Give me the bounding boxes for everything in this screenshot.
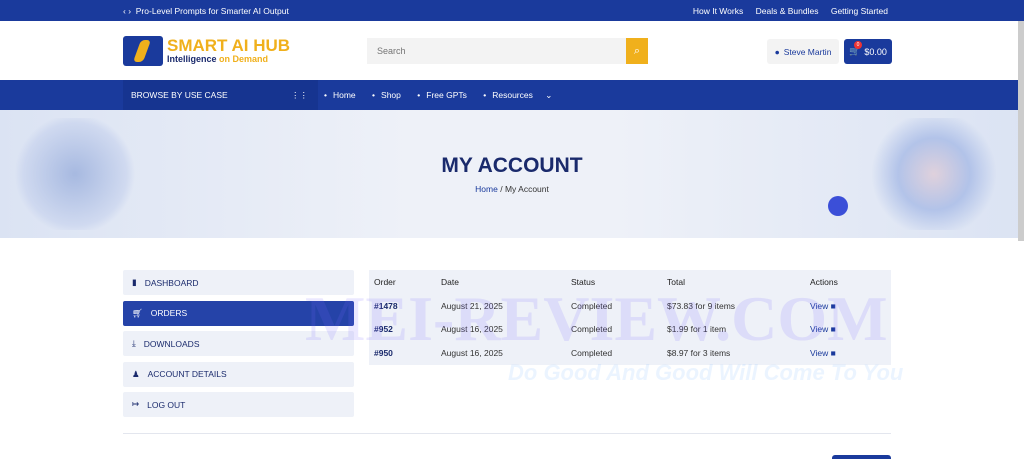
- orders-table: Order Date Status Total Actions #1478 Aug…: [369, 270, 891, 365]
- nav-shop[interactable]: • Shop: [372, 90, 405, 100]
- sidebar-item-account-details[interactable]: ♟ ACCOUNT DETAILS: [123, 361, 354, 387]
- grid-icon: ⋮⋮: [291, 89, 308, 100]
- logo-tagline: Intelligence on Demand: [167, 53, 269, 64]
- user-name: Steve Martin: [783, 46, 832, 57]
- page-hero: MY ACCOUNT Home / My Account: [0, 110, 1024, 238]
- search-button[interactable]: ⌕: [626, 38, 648, 64]
- order-link[interactable]: #1478: [369, 294, 436, 318]
- link-getting-started[interactable]: Getting Started: [831, 6, 888, 16]
- breadcrumb-home[interactable]: Home: [475, 184, 498, 194]
- user-icon: ●: [774, 46, 780, 57]
- sidebar-item-orders[interactable]: 🛒︎ ORDERS: [123, 300, 354, 326]
- sidebar-item-dashboard[interactable]: ▮ DASHBOARD: [123, 270, 354, 295]
- bag-icon: ■: [830, 324, 836, 335]
- col-actions: Actions: [810, 277, 838, 287]
- search-bar: ⌕: [367, 38, 648, 64]
- logout-icon: ↦: [132, 399, 140, 409]
- rocket-logo-icon: [123, 35, 163, 66]
- table-row: #950 August 16, 2025 Completed $8.97 for 3 …: [369, 341, 891, 365]
- carousel-arrows-icon[interactable]: ‹ ›: [123, 6, 131, 16]
- browse-label: BROWSE BY USE CASE: [131, 90, 228, 100]
- link-how-it-works[interactable]: How It Works: [693, 6, 743, 16]
- breadcrumb-current: My Account: [504, 184, 549, 194]
- col-status: Status: [571, 277, 596, 287]
- view-button[interactable]: View ■: [805, 294, 891, 318]
- search-icon: ⌕: [633, 44, 641, 57]
- logo-title: SMART AI HUB: [167, 35, 291, 55]
- view-button[interactable]: View ■: [805, 318, 891, 342]
- view-button[interactable]: View ■: [805, 341, 891, 365]
- top-bar: ‹ › Pro-Level Prompts for Smarter AI Out…: [0, 0, 1024, 21]
- sidebar-item-downloads[interactable]: ⤓ DOWNLOADS: [123, 331, 354, 356]
- sidebar-item-logout[interactable]: ↦ LOG OUT: [123, 392, 354, 417]
- table-header: Order Date Status Total Actions: [369, 270, 891, 294]
- table-row: #952 August 16, 2025 Completed $1.99 for 1 …: [369, 318, 891, 342]
- account-sidebar: ▮ DASHBOARD 🛒︎ ORDERS ⤓ DOWNLOADS ♟ ACCOUNT …: [123, 270, 354, 423]
- link-deals[interactable]: Deals & Bundles: [756, 6, 819, 16]
- chevron-down-icon: ⌄: [545, 89, 553, 100]
- table-row: #1478 August 21, 2025 Completed $73.83 for …: [369, 294, 891, 318]
- search-input[interactable]: [367, 38, 626, 64]
- user-icon: ♟: [132, 368, 140, 379]
- account-button[interactable]: ● Steve Martin: [767, 39, 839, 64]
- col-date: Date: [441, 277, 459, 287]
- logo[interactable]: SMART AI HUB Intelligence on Demand: [123, 35, 291, 66]
- main-nav: BROWSE BY USE CASE ⋮⋮ • Home • Shop • Free G…: [0, 80, 1024, 110]
- order-link[interactable]: #952: [369, 318, 436, 342]
- nav-resources[interactable]: • Resources ⌄: [483, 90, 556, 100]
- nav-free-gpts[interactable]: • Free GPTs: [417, 90, 471, 100]
- browse-by-use-case[interactable]: BROWSE BY USE CASE ⋮⋮: [123, 80, 318, 110]
- cart-total: $0.00: [864, 46, 887, 57]
- robot-illustration-left: [10, 118, 140, 230]
- order-link[interactable]: #950: [369, 341, 436, 365]
- cart-icon: 🛒︎: [132, 307, 143, 318]
- divider: [123, 433, 891, 434]
- bag-icon: ■: [830, 347, 836, 358]
- col-order: Order: [374, 277, 396, 287]
- robot-illustration-right: [864, 118, 1004, 230]
- bag-icon: ■: [830, 300, 836, 311]
- scrollbar[interactable]: [1018, 21, 1024, 241]
- download-icon: ⤓: [132, 338, 136, 348]
- nav-home[interactable]: • Home: [324, 90, 360, 100]
- header: SMART AI HUB Intelligence on Demand ⌕ ●S…: [0, 21, 1024, 80]
- col-total: Total: [667, 277, 685, 287]
- cart-count-badge: 0: [854, 41, 862, 49]
- decorative-circle: [828, 196, 848, 216]
- promo-text: Pro-Level Prompts for Smarter AI Output: [135, 5, 289, 16]
- bottom-button[interactable]: [832, 455, 891, 459]
- cart-button[interactable]: 0 🛒 $0.00: [844, 39, 892, 64]
- bookmark-icon: ▮: [132, 277, 137, 287]
